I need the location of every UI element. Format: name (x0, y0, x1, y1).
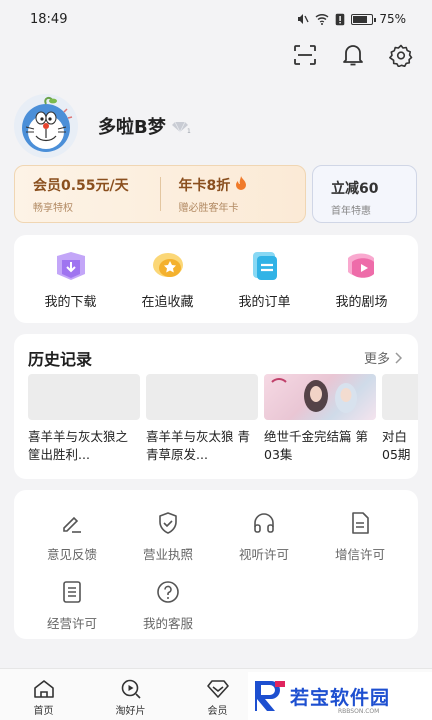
help-question-icon (155, 579, 181, 605)
vip-daily-sub: 畅享特权 (33, 202, 73, 214)
status-icons: 75% (295, 12, 406, 26)
history-thumbnail (382, 374, 418, 420)
history-item-title: 对白05期 (382, 429, 411, 462)
services-grid: 意见反馈 营业执照 视听许可 增信许可 经营许可 我的客服 (14, 510, 418, 632)
svg-text:1: 1 (187, 128, 191, 134)
history-item-title: 喜羊羊与灰太狼 青青草原发... (146, 429, 250, 462)
watermark-text: 若宝软件园 (290, 686, 391, 709)
vip-membership-card[interactable]: 会员0.55元/天 畅享特权 年卡8折 赠必胜客年卡 (14, 165, 306, 223)
shield-check-icon (155, 510, 181, 536)
history-item[interactable]: 喜羊羊与灰太狼 青青草原发... (146, 374, 258, 464)
avatar[interactable] (14, 94, 78, 158)
history-item[interactable]: 对白05期 (382, 374, 418, 464)
quick-action-label: 我的订单 (238, 294, 291, 310)
promo-sub: 首年特惠 (331, 206, 371, 217)
headphones-icon (251, 510, 277, 536)
bell-icon[interactable] (340, 42, 366, 68)
services-section: 意见反馈 营业执照 视听许可 增信许可 经营许可 我的客服 (14, 490, 418, 639)
watermark-logo-icon (248, 677, 290, 715)
sim-alert-icon (336, 13, 345, 25)
download-icon (51, 249, 91, 283)
service-feedback[interactable]: 意见反馈 (24, 510, 120, 563)
quick-action-label: 我的剧场 (335, 294, 388, 310)
quick-action-label: 在追收藏 (141, 294, 194, 310)
history-thumbnail (146, 374, 258, 420)
history-title: 历史记录 (28, 350, 93, 369)
diamond-badge-icon: 1 (171, 119, 192, 138)
star-icon (148, 249, 188, 283)
history-item-title: 绝世千金完结篇 第03集 (264, 429, 368, 462)
document-icon (347, 510, 373, 536)
quick-action-orders[interactable]: 我的订单 (217, 249, 312, 310)
drama-figures-image (271, 378, 357, 413)
service-operating-license[interactable]: 经营许可 (24, 579, 120, 632)
mute-icon (298, 14, 309, 24)
scan-icon[interactable] (292, 42, 318, 68)
tab-label: 淘好片 (115, 706, 146, 717)
watermark-sub: RBBSON.COM (338, 708, 380, 715)
vip-annual-offer[interactable]: 年卡8折 赠必胜客年卡 (159, 175, 306, 214)
service-label: 经营许可 (46, 616, 97, 631)
search-play-icon (121, 679, 141, 699)
history-more-label: 更多 (363, 352, 390, 367)
service-av-license[interactable]: 视听许可 (216, 510, 312, 563)
pen-feedback-icon (59, 510, 85, 536)
battery-level: 75% (379, 12, 406, 26)
theater-play-icon (342, 249, 382, 283)
chevron-right-icon (395, 351, 402, 364)
header-actions (292, 42, 414, 68)
service-customer-support[interactable]: 我的客服 (120, 579, 216, 632)
quick-action-theater[interactable]: 我的剧场 (314, 249, 409, 310)
history-item-title: 喜羊羊与灰太狼之筐出胜利... (28, 429, 129, 462)
promo-card[interactable]: 立减60 首年特惠 (312, 165, 417, 223)
status-bar: 18:49 75% (0, 0, 432, 38)
tab-discover[interactable]: 淘好片 (87, 669, 174, 720)
quick-action-favorites[interactable]: 在追收藏 (120, 249, 215, 310)
fire-icon (235, 175, 247, 194)
status-time: 18:49 (30, 11, 68, 27)
tab-label: 会员 (207, 706, 228, 717)
service-label: 我的客服 (142, 616, 193, 631)
profile-header[interactable]: 多啦B梦 1 (14, 94, 192, 158)
history-more-link[interactable]: 更多 (364, 348, 402, 367)
doraemon-avatar-image (22, 96, 73, 152)
promo-discount: 立减60 (331, 181, 379, 197)
settings-gear-icon[interactable] (388, 42, 414, 68)
history-item[interactable]: 喜羊羊与灰太狼之筐出胜利... (28, 374, 140, 464)
service-label: 营业执照 (142, 547, 193, 562)
order-icon (245, 249, 285, 283)
home-icon (33, 680, 54, 698)
history-item[interactable]: 绝世千金完结篇 第03集 (264, 374, 376, 464)
vip-annual-sub: 赠必胜客年卡 (178, 202, 239, 214)
vip-diamond-icon (206, 680, 229, 698)
vip-daily-price: 会员0.55元/天 (33, 177, 129, 194)
battery-icon (351, 13, 377, 25)
quick-actions: 我的下载 在追收藏 我的订单 我的剧场 (14, 235, 418, 323)
vip-annual-main-wrap: 年卡8折 (179, 175, 306, 195)
service-label: 意见反馈 (46, 547, 97, 562)
history-list: 喜羊羊与灰太狼之筐出胜利... 喜羊羊与灰太狼 青青草原发... 绝世千金完结篇… (28, 374, 418, 464)
user-nickname[interactable]: 多啦B梦 (98, 113, 166, 139)
service-label: 增信许可 (334, 547, 385, 562)
history-thumbnail (28, 374, 140, 420)
history-section: 历史记录 更多 喜羊羊与灰太狼之筐出胜利... 喜羊羊与灰太狼 青青草原发... (14, 334, 418, 479)
quick-action-downloads[interactable]: 我的下载 (23, 249, 118, 310)
service-telecom-license[interactable]: 增信许可 (312, 510, 408, 563)
quick-action-label: 我的下载 (44, 294, 97, 310)
watermark-overlay: 若宝软件园 RBBSON.COM (248, 672, 432, 720)
vip-daily-offer[interactable]: 会员0.55元/天 畅享特权 (15, 175, 160, 214)
vip-annual-discount: 年卡8折 (178, 177, 231, 194)
list-document-icon (59, 579, 85, 605)
service-business-license[interactable]: 营业执照 (120, 510, 216, 563)
service-label: 视听许可 (238, 547, 289, 562)
tab-home[interactable]: 首页 (0, 669, 87, 720)
wifi-icon (315, 14, 329, 25)
history-thumbnail (264, 374, 376, 420)
tab-label: 首页 (33, 706, 54, 717)
